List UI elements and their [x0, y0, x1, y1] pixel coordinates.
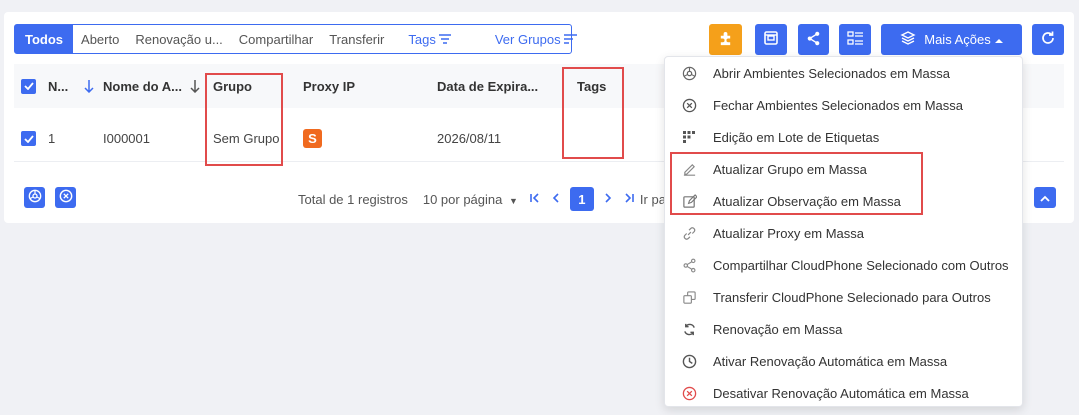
menu-item-label: Abrir Ambientes Selecionados em Massa: [713, 65, 951, 81]
edit-icon: [681, 193, 697, 209]
row-name: I000001: [103, 131, 150, 146]
open-selected-button[interactable]: [24, 187, 45, 208]
plugin-button[interactable]: [709, 24, 742, 55]
tab-tags[interactable]: Tags: [400, 25, 458, 53]
chrome-icon: [681, 65, 697, 81]
col-header-no[interactable]: N...: [48, 64, 68, 108]
list-view-button[interactable]: [839, 24, 871, 55]
col-header-proxy[interactable]: Proxy IP: [303, 64, 355, 108]
menu-item-enable-auto-renew[interactable]: Ativar Renovação Automática em Massa: [665, 345, 1022, 377]
more-actions-label: Mais Ações: [924, 32, 991, 47]
scroll-top-button[interactable]: [1034, 187, 1056, 208]
menu-item-open-selected[interactable]: Abrir Ambientes Selecionados em Massa: [665, 57, 1022, 89]
close-circle-icon: [59, 189, 73, 206]
chevron-up-icon: [1040, 190, 1050, 205]
proxy-type-icon: S: [303, 129, 322, 148]
stop-circle-icon: [681, 385, 697, 401]
tab-ver-grupos[interactable]: Ver Grupos: [487, 25, 585, 53]
share-icon: [681, 257, 697, 273]
proxy-badge: S: [303, 116, 322, 161]
next-page-icon[interactable]: [604, 192, 612, 206]
refresh-button[interactable]: [1032, 24, 1064, 55]
chrome-icon: [28, 189, 42, 206]
menu-item-batch-tags[interactable]: Edição em Lote de Etiquetas: [665, 121, 1022, 153]
close-selected-button[interactable]: [55, 187, 76, 208]
menu-item-label: Compartilhar CloudPhone Selecionado com …: [713, 257, 1009, 273]
window-sync-button[interactable]: [755, 24, 787, 55]
layers-icon: [900, 30, 916, 49]
first-page-icon[interactable]: [530, 192, 540, 206]
sort-arrow-icon[interactable]: [84, 64, 94, 108]
select-all-checkbox[interactable]: [21, 64, 36, 108]
pagination: Total de 1 registros 10 por página ▼ 1 I…: [298, 187, 666, 211]
filter-icon: [438, 32, 451, 47]
checkbox-checked-icon: [21, 131, 36, 146]
menu-item-update-proxy[interactable]: Atualizar Proxy em Massa: [665, 217, 1022, 249]
transfer-icon: [681, 289, 697, 305]
menu-item-update-group[interactable]: Atualizar Grupo em Massa: [665, 153, 1022, 185]
col-header-group[interactable]: Grupo: [213, 64, 252, 108]
menu-item-label: Desativar Renovação Automática em Massa: [713, 385, 969, 401]
menu-item-update-note[interactable]: Atualizar Observação em Massa: [665, 185, 1022, 217]
puzzle-icon: [718, 31, 733, 49]
goto-page-label: Ir pa: [639, 191, 666, 207]
last-page-icon[interactable]: [624, 192, 634, 206]
share-button[interactable]: [798, 24, 829, 55]
page-number-current[interactable]: 1: [569, 187, 594, 211]
refresh-icon: [1040, 30, 1056, 49]
tab-renovacao[interactable]: Renovação u...: [127, 25, 230, 53]
col-header-tags[interactable]: Tags: [577, 64, 606, 108]
tab-compartilhar[interactable]: Compartilhar: [231, 25, 321, 53]
menu-item-label: Renovação em Massa: [713, 321, 843, 337]
list-view-icon: [846, 30, 864, 49]
menu-item-transfer-cloudphone[interactable]: Transferir CloudPhone Selecionado para O…: [665, 281, 1022, 313]
page-size-label: 10 por página: [422, 191, 503, 207]
window-sync-icon: [763, 30, 779, 49]
prev-page-icon[interactable]: [552, 192, 560, 206]
tags-icon: [681, 129, 697, 145]
tab-transferir[interactable]: Transferir: [321, 25, 392, 53]
row-checkbox[interactable]: [21, 116, 36, 161]
menu-item-label: Atualizar Proxy em Massa: [713, 225, 864, 241]
caret-down-icon: ▼: [508, 195, 518, 206]
total-records: Total de 1 registros: [298, 191, 408, 207]
page-size-select[interactable]: 10 por página ▼: [423, 192, 518, 207]
row-no: 1: [48, 131, 56, 146]
menu-item-label: Fechar Ambientes Selecionados em Massa: [713, 97, 964, 113]
refresh-icon: [681, 321, 697, 337]
menu-item-label: Atualizar Observação em Massa: [713, 193, 901, 209]
menu-item-label: Ativar Renovação Automática em Massa: [713, 353, 948, 369]
col-header-expiry[interactable]: Data de Expira...: [437, 64, 538, 108]
clock-icon: [681, 353, 697, 369]
groups-tab-label: Ver Grupos: [494, 31, 561, 47]
menu-item-label: Atualizar Grupo em Massa: [713, 161, 867, 177]
menu-item-label: Edição em Lote de Etiquetas: [713, 129, 880, 145]
checkbox-checked-icon: [21, 78, 36, 94]
col-header-name[interactable]: Nome do A...: [103, 64, 182, 108]
menu-item-label: Transferir CloudPhone Selecionado para O…: [713, 289, 991, 305]
more-actions-menu: Abrir Ambientes Selecionados em Massa Fe…: [664, 56, 1023, 407]
sort-arrow-icon[interactable]: [190, 64, 200, 108]
row-expiry: 2026/08/11: [437, 131, 502, 146]
link-icon: [681, 225, 697, 241]
more-actions-button[interactable]: Mais Ações: [881, 24, 1022, 55]
caret-up-icon: [994, 32, 1003, 47]
filter-tabs: Todos Aberto Renovação u... Compartilhar…: [14, 24, 577, 54]
share-icon: [806, 31, 821, 49]
tab-todos[interactable]: Todos: [15, 25, 74, 53]
folder-edit-icon: [681, 161, 697, 177]
tab-aberto[interactable]: Aberto: [73, 25, 127, 53]
menu-item-share-cloudphone[interactable]: Compartilhar CloudPhone Selecionado com …: [665, 249, 1022, 281]
sort-lines-icon: [563, 32, 577, 47]
menu-item-renew[interactable]: Renovação em Massa: [665, 313, 1022, 345]
menu-item-close-selected[interactable]: Fechar Ambientes Selecionados em Massa: [665, 89, 1022, 121]
menu-item-disable-auto-renew[interactable]: Desativar Renovação Automática em Massa: [665, 377, 1022, 409]
tags-tab-label: Tags: [408, 31, 436, 47]
close-circle-icon: [681, 97, 697, 113]
row-group: Sem Grupo: [213, 131, 280, 146]
